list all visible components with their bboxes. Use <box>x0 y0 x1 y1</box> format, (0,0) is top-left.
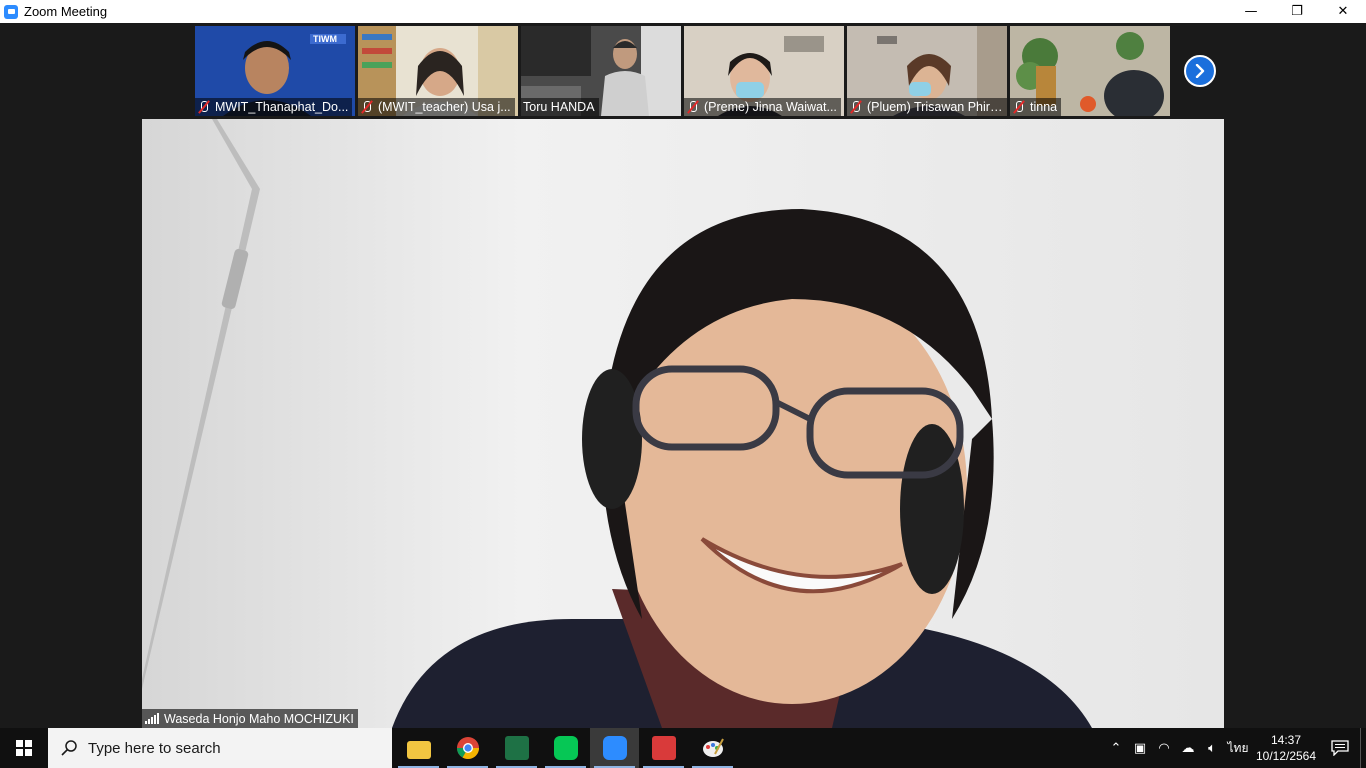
mic-muted-icon <box>1012 100 1026 114</box>
next-page-button[interactable] <box>1184 55 1216 87</box>
taskbar-app-chrome[interactable] <box>443 728 492 768</box>
system-tray: ⌃ ▣ ◠ ☁ 🔈︎ ไทย 14:37 10/12/2564 <box>1104 728 1366 768</box>
onedrive-cloud-icon[interactable]: ☁ <box>1176 728 1200 768</box>
participant-name-bar: MWIT_Thanaphat_Do... <box>195 98 353 116</box>
taskbar-app-excel[interactable] <box>492 728 541 768</box>
taskbar-clock[interactable]: 14:37 10/12/2564 <box>1252 732 1320 764</box>
participant-name: tinna <box>1030 100 1058 114</box>
folder-icon <box>406 741 431 759</box>
participant-name-bar: (Preme) Jinna Waiwat... <box>684 98 841 116</box>
participant-tile[interactable]: (Pluem) Trisawan Phiri... <box>847 26 1007 116</box>
paint-palette-icon <box>702 738 724 757</box>
volume-icon[interactable]: 🔈︎ <box>1200 728 1224 768</box>
meet-now-icon[interactable]: ▣ <box>1128 728 1152 768</box>
line-icon <box>553 736 578 760</box>
title-bar: Zoom Meeting — ❐ ✕ <box>0 0 1366 23</box>
svg-text:TIWM: TIWM <box>313 34 337 44</box>
participant-tile[interactable]: tinna <box>1010 26 1170 116</box>
participant-tile[interactable]: TIWM MWIT_Thanaphat_Do... <box>195 26 355 116</box>
camera-icon <box>651 736 676 760</box>
mic-muted-icon <box>197 100 211 114</box>
taskbar-app-paint[interactable] <box>688 728 737 768</box>
taskbar-app-file-explorer[interactable] <box>394 728 443 768</box>
zoom-app-icon <box>4 4 18 19</box>
taskbar-search-box[interactable]: Type here to search <box>48 728 392 768</box>
show-desktop-button[interactable] <box>1360 728 1366 768</box>
speaker-video-frame <box>142 119 1224 728</box>
taskbar-app-zoom[interactable] <box>590 728 639 768</box>
participant-name-bar: Toru HANDA <box>521 98 599 116</box>
taskbar-app-screen-recorder[interactable] <box>639 728 688 768</box>
participant-tile[interactable]: (Preme) Jinna Waiwat... <box>684 26 844 116</box>
search-placeholder: Type here to search <box>88 739 221 757</box>
search-icon <box>61 740 77 756</box>
active-speaker-label: Waseda Honjo Maho MOCHIZUKI <box>142 709 358 728</box>
mic-muted-icon <box>686 100 700 114</box>
action-center-button[interactable] <box>1320 728 1360 768</box>
participant-name: (Pluem) Trisawan Phiri... <box>867 100 1003 114</box>
taskbar-app-line[interactable] <box>541 728 590 768</box>
signal-strength-icon <box>145 713 159 724</box>
close-button[interactable]: ✕ <box>1320 0 1366 23</box>
zoom-icon <box>602 736 627 760</box>
clock-date: 10/12/2564 <box>1255 749 1317 763</box>
input-language[interactable]: ไทย <box>1224 739 1252 758</box>
participant-strip: TIWM MWIT_Thanaphat_Do... (MWIT_teacher)… <box>195 26 1170 116</box>
chrome-icon <box>456 737 479 759</box>
window-title: Zoom Meeting <box>24 4 108 19</box>
start-button[interactable] <box>0 728 48 768</box>
meeting-area: TIWM MWIT_Thanaphat_Do... (MWIT_teacher)… <box>0 23 1366 728</box>
notification-icon <box>1331 740 1349 756</box>
windows-logo-icon <box>16 740 32 756</box>
mic-muted-icon <box>849 100 863 114</box>
minimize-button[interactable]: — <box>1228 0 1274 23</box>
clock-time: 14:37 <box>1270 733 1302 747</box>
participant-name-bar: (Pluem) Trisawan Phiri... <box>847 98 1007 116</box>
taskbar: Type here to search ⌃ ▣ ◠ ☁ 🔈︎ ไทย 14:37… <box>0 728 1366 768</box>
participant-name-bar: (MWIT_teacher) Usa j... <box>358 98 515 116</box>
restore-button[interactable]: ❐ <box>1274 0 1320 23</box>
participant-name-bar: tinna <box>1010 98 1062 116</box>
participant-name: (MWIT_teacher) Usa j... <box>378 100 511 114</box>
window-controls: — ❐ ✕ <box>1228 0 1366 23</box>
participant-name: (Preme) Jinna Waiwat... <box>704 100 837 114</box>
participant-tile[interactable]: (MWIT_teacher) Usa j... <box>358 26 518 116</box>
participant-name: Toru HANDA <box>523 100 595 114</box>
mic-muted-icon <box>360 100 374 114</box>
chevron-up-icon[interactable]: ⌃ <box>1104 728 1128 768</box>
wifi-icon[interactable]: ◠ <box>1152 728 1176 768</box>
pinned-apps <box>394 728 737 768</box>
participant-tile[interactable]: Toru HANDA <box>521 26 681 116</box>
active-speaker-name: Waseda Honjo Maho MOCHIZUKI <box>164 711 354 726</box>
participant-name: MWIT_Thanaphat_Do... <box>215 100 349 114</box>
chevron-right-icon <box>1195 64 1205 78</box>
excel-icon <box>504 736 529 760</box>
active-speaker-video: Waseda Honjo Maho MOCHIZUKI <box>142 119 1224 728</box>
